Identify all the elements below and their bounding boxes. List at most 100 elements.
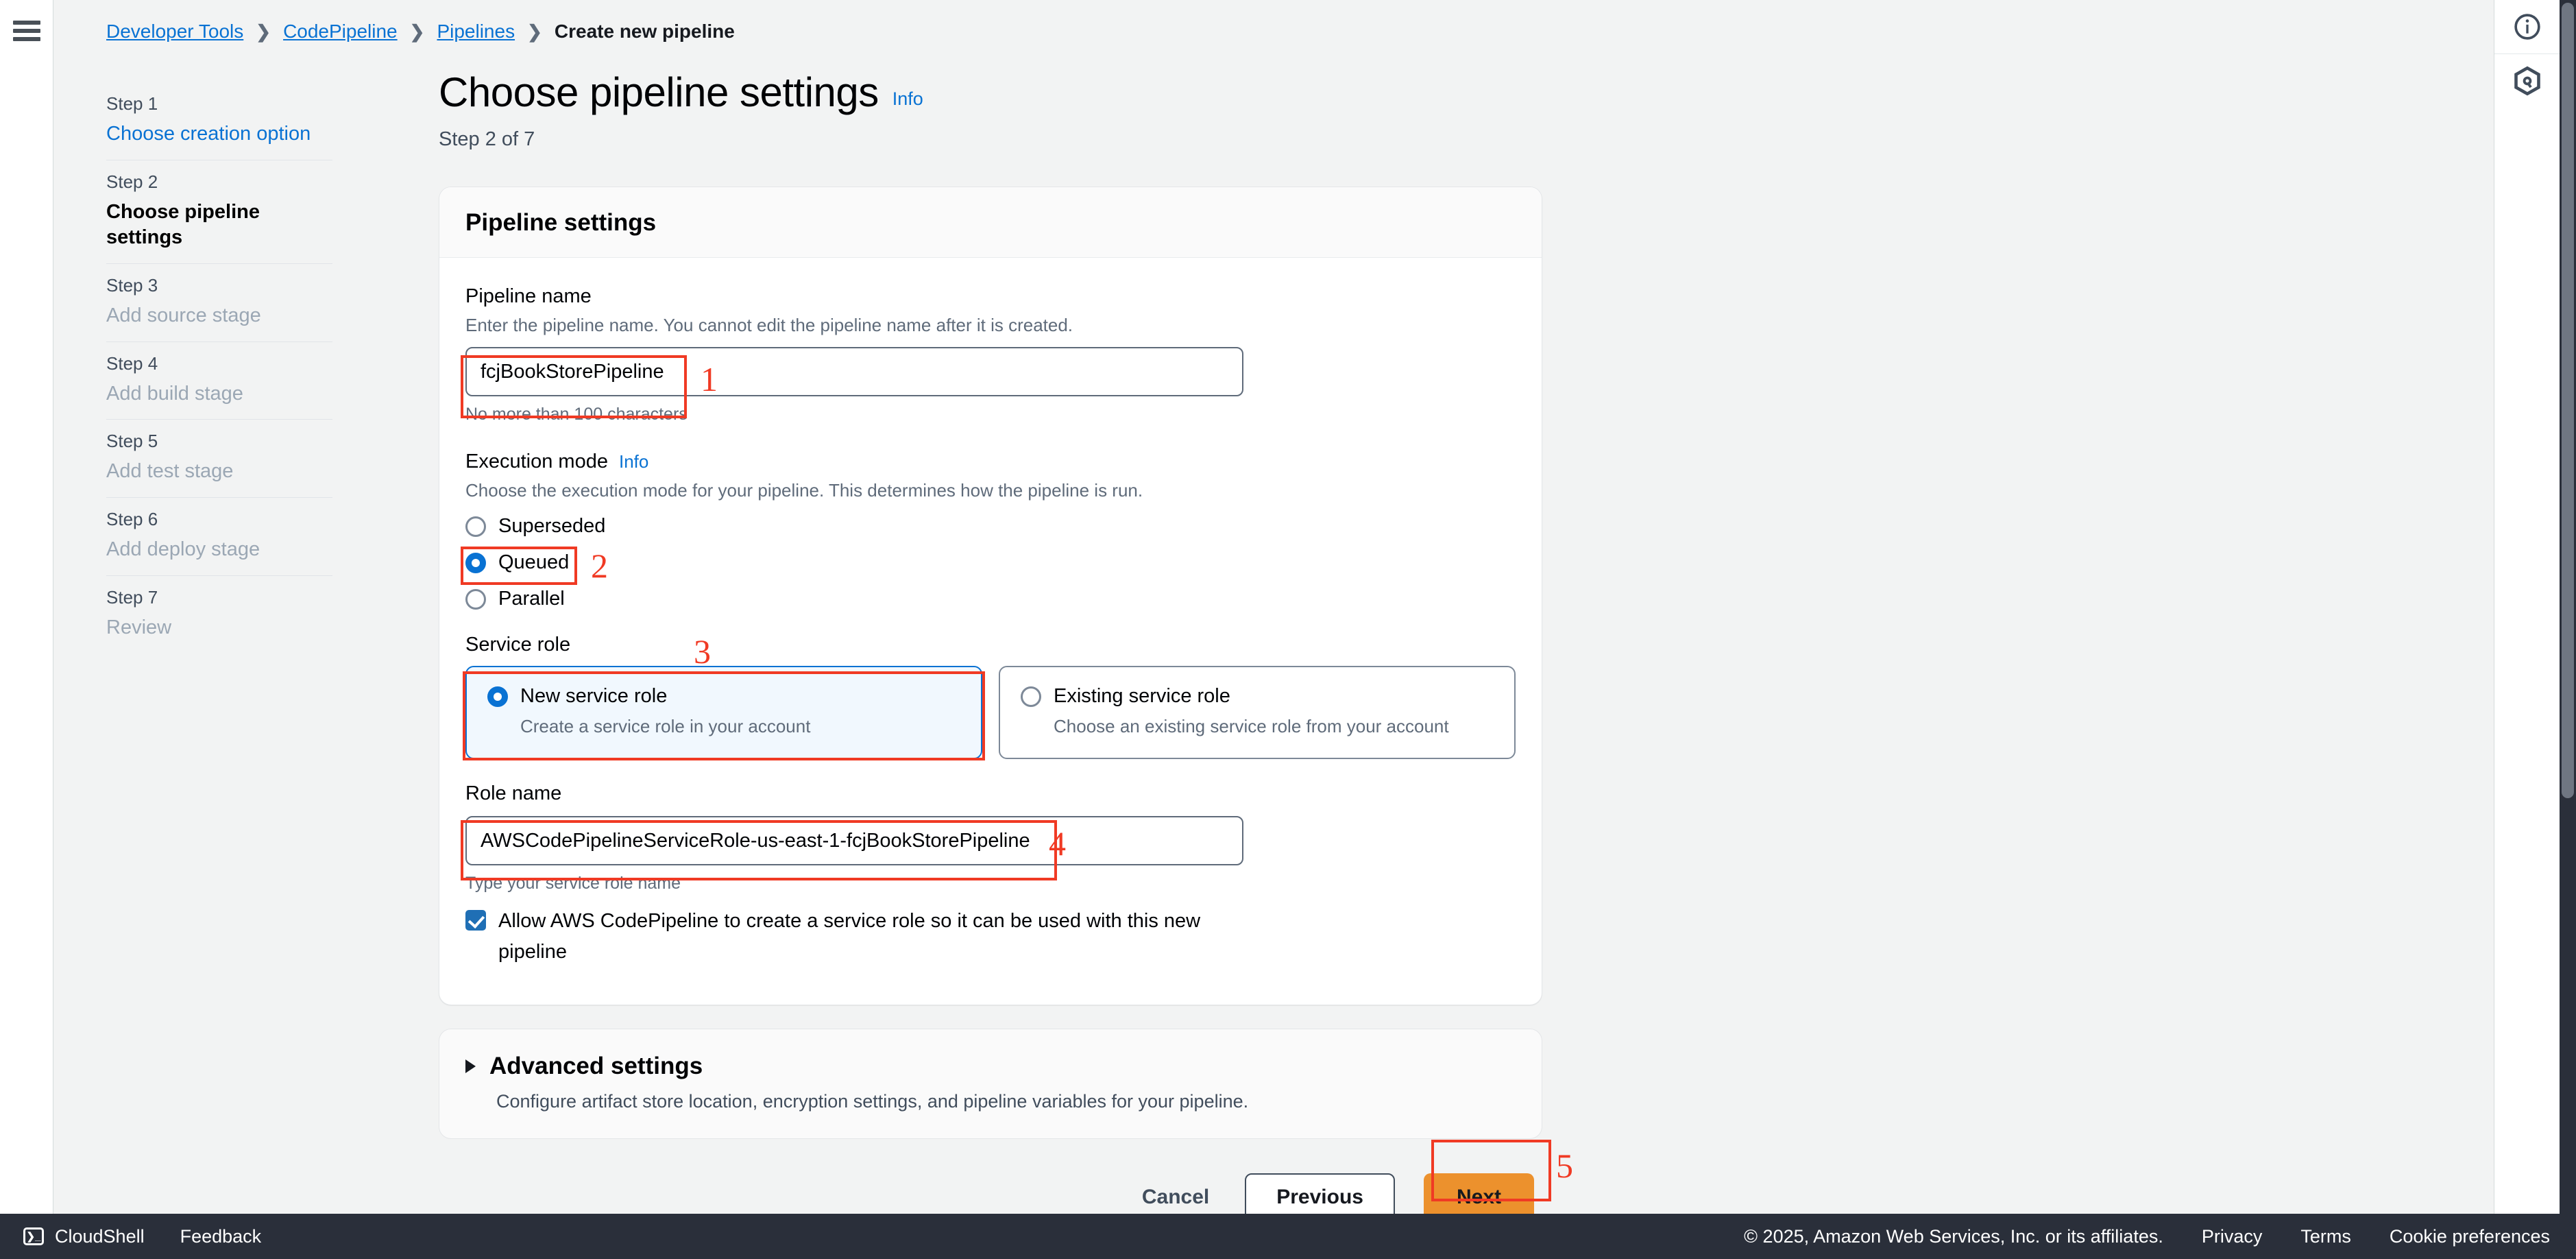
advanced-settings-title: Advanced settings	[489, 1052, 703, 1079]
wizard-step-7-number: Step 7	[106, 586, 158, 608]
role-name-input[interactable]: AWSCodePipelineServiceRole-us-east-1-fcj…	[465, 816, 1243, 865]
wizard-step-6-label: Add deploy stage	[106, 538, 260, 561]
wizard-step-6: Step 6 Add deploy stage	[106, 497, 332, 575]
pipeline-name-label: Pipeline name	[465, 285, 592, 307]
breadcrumb-item-codepipeline[interactable]: CodePipeline	[283, 21, 398, 43]
breadcrumb-item-pipelines[interactable]: Pipelines	[437, 21, 515, 43]
page-title-info-link[interactable]: Info	[892, 88, 923, 116]
cloudshell-label: CloudShell	[55, 1225, 145, 1247]
cloudshell-terminal-icon: ❯_	[23, 1227, 44, 1245]
privacy-link[interactable]: Privacy	[2202, 1226, 2263, 1247]
radio-queued-icon[interactable]	[465, 552, 486, 573]
wizard-step-6-number: Step 6	[106, 509, 158, 530]
service-role-existing-title: Existing service role	[1054, 685, 1230, 707]
pipeline-name-field-group: Pipeline name Enter the pipeline name. Y…	[465, 285, 1516, 424]
role-name-field-group: Role name AWSCodePipelineServiceRole-us-…	[465, 782, 1516, 968]
info-panel-button[interactable]	[2494, 0, 2560, 53]
service-role-label: Service role	[465, 634, 571, 656]
right-utility-rail	[2494, 0, 2560, 1234]
page-title: Choose pipeline settings	[439, 69, 879, 115]
allow-create-service-role-checkbox-row[interactable]: Allow AWS CodePipeline to create a servi…	[465, 906, 1219, 968]
amazon-q-hexagon-icon	[2514, 66, 2540, 95]
advanced-settings-card[interactable]: Advanced settings Configure artifact sto…	[439, 1028, 1542, 1139]
allow-create-service-role-checkbox-icon[interactable]	[465, 910, 486, 931]
cloudshell-button[interactable]: ❯_ CloudShell	[23, 1226, 145, 1247]
pipeline-name-hint: No more than 100 characters	[465, 405, 688, 424]
step-indicator: Step 2 of 7	[439, 128, 535, 150]
pipeline-settings-card: Pipeline settings Pipeline name Enter th…	[439, 187, 1542, 1005]
radio-parallel-icon[interactable]	[465, 588, 486, 610]
breadcrumb: Developer Tools ❯ CodePipeline ❯ Pipelin…	[106, 21, 735, 43]
execution-mode-queued-label: Queued	[498, 551, 570, 573]
wizard-step-4-label: Add build stage	[106, 382, 243, 405]
wizard-step-4: Step 4 Add build stage	[106, 341, 332, 420]
hamburger-menu-icon[interactable]	[13, 21, 40, 41]
service-role-tile-existing[interactable]: Existing service role Choose an existing…	[999, 666, 1516, 759]
console-bottom-bar: ❯_ CloudShell Feedback © 2025, Amazon We…	[0, 1214, 2576, 1259]
service-role-tile-new[interactable]: New service role Create a service role i…	[465, 666, 982, 759]
page-scrollbar-thumb[interactable]	[2562, 3, 2574, 798]
service-role-field-group: Service role New service role Create a s…	[465, 634, 1516, 759]
breadcrumb-separator-icon: ❯	[527, 21, 542, 42]
wizard-step-5-number: Step 5	[106, 431, 158, 452]
breadcrumb-separator-icon: ❯	[409, 21, 425, 42]
wizard-step-1[interactable]: Step 1 Choose creation option	[106, 82, 332, 160]
wizard-step-3-number: Step 3	[106, 275, 158, 296]
execution-mode-info-link[interactable]: Info	[619, 451, 648, 472]
feedback-link[interactable]: Feedback	[180, 1226, 262, 1247]
cancel-button[interactable]: Cancel	[1135, 1176, 1216, 1219]
annotation-number-5: 5	[1556, 1147, 1573, 1185]
pipeline-settings-title: Pipeline settings	[465, 209, 657, 236]
advanced-settings-description: Configure artifact store location, encry…	[496, 1090, 1249, 1112]
wizard-step-navigation: Step 1 Choose creation option Step 2 Cho…	[106, 82, 332, 654]
service-role-tile-list: New service role Create a service role i…	[465, 666, 1516, 759]
wizard-step-3: Step 3 Add source stage	[106, 263, 332, 341]
bottom-bar-left: ❯_ CloudShell Feedback	[0, 1226, 261, 1247]
radio-existing-service-role-icon[interactable]	[1021, 686, 1041, 707]
wizard-step-2[interactable]: Step 2 Choose pipeline settings	[106, 159, 332, 263]
radio-superseded-icon[interactable]	[465, 516, 486, 537]
advanced-settings-toggle[interactable]: Advanced settings	[465, 1053, 1516, 1080]
service-role-existing-description: Choose an existing service role from you…	[1054, 716, 1449, 736]
info-circle-icon	[2514, 14, 2540, 40]
main-content: Choose pipeline settings Info Step 2 of …	[439, 69, 1542, 1221]
execution-mode-description: Choose the execution mode for your pipel…	[465, 480, 1143, 501]
radio-new-service-role-icon[interactable]	[487, 686, 508, 707]
pipeline-settings-card-header: Pipeline settings	[439, 187, 1542, 258]
amazon-q-button[interactable]	[2494, 53, 2560, 107]
aws-console-page: Developer Tools ❯ CodePipeline ❯ Pipelin…	[0, 0, 2576, 1259]
pipeline-name-description: Enter the pipeline name. You cannot edit…	[465, 315, 1073, 335]
execution-mode-option-superseded[interactable]: Superseded	[465, 515, 1516, 538]
service-role-new-title: New service role	[520, 685, 668, 707]
wizard-step-5-label: Add test stage	[106, 460, 234, 483]
pipeline-name-input[interactable]: fcjBookStorePipeline	[465, 347, 1243, 396]
execution-mode-field-group: Execution mode Info Choose the execution…	[465, 451, 1516, 610]
page-scrollbar-track[interactable]	[2560, 0, 2576, 1234]
copyright-text: © 2025, Amazon Web Services, Inc. or its…	[1744, 1225, 2163, 1247]
execution-mode-option-queued[interactable]: Queued	[465, 551, 1516, 574]
terms-link[interactable]: Terms	[2300, 1226, 2351, 1247]
breadcrumb-separator-icon: ❯	[256, 21, 271, 42]
bottom-bar-right: © 2025, Amazon Web Services, Inc. or its…	[1744, 1226, 2576, 1247]
page-header: Choose pipeline settings Info	[439, 69, 1542, 116]
role-name-hint: Type your service role name	[465, 874, 681, 893]
execution-mode-superseded-label: Superseded	[498, 515, 606, 537]
allow-create-service-role-label: Allow AWS CodePipeline to create a servi…	[498, 910, 1201, 963]
breadcrumb-item-developer-tools[interactable]: Developer Tools	[106, 21, 243, 43]
wizard-step-1-label[interactable]: Choose creation option	[106, 121, 332, 147]
wizard-step-4-number: Step 4	[106, 352, 158, 374]
breadcrumb-item-current: Create new pipeline	[554, 21, 735, 42]
wizard-step-1-number: Step 1	[106, 93, 158, 114]
wizard-step-3-label: Add source stage	[106, 304, 261, 327]
execution-mode-label: Execution mode	[465, 451, 608, 472]
pipeline-settings-card-body: Pipeline name Enter the pipeline name. Y…	[439, 258, 1542, 1005]
wizard-step-2-label: Choose pipeline settings	[106, 200, 260, 249]
left-navigation-rail	[0, 0, 53, 1234]
role-name-label: Role name	[465, 782, 562, 804]
cookie-preferences-link[interactable]: Cookie preferences	[2390, 1226, 2550, 1247]
execution-mode-option-parallel[interactable]: Parallel	[465, 588, 1516, 610]
wizard-step-7: Step 7 Review	[106, 575, 332, 654]
chevron-right-icon[interactable]	[465, 1059, 476, 1073]
wizard-step-2-number: Step 2	[106, 171, 158, 192]
wizard-step-5: Step 5 Add test stage	[106, 419, 332, 497]
